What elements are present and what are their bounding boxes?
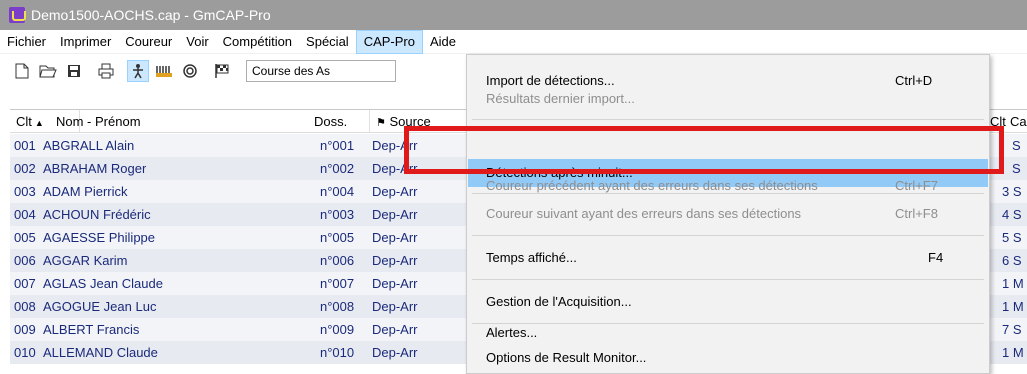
cell-doss: n°008	[320, 299, 355, 314]
app-icon	[9, 7, 26, 23]
checkered-flag-icon[interactable]	[212, 61, 232, 81]
menu-item-temps-affiche[interactable]: Temps affiché... F4	[468, 244, 988, 272]
cell-source: Dep-Arr	[372, 184, 418, 199]
cell-doss: n°009	[320, 322, 355, 337]
cell-doss: n°002	[320, 161, 355, 176]
cell-cat: 3 S	[1002, 184, 1022, 199]
cell-source: Dep-Arr	[372, 207, 418, 222]
menu-imprimer[interactable]: Imprimer	[53, 30, 118, 54]
cell-cat: S	[1012, 161, 1021, 176]
checkered-flag-icon: ⚑	[376, 117, 386, 129]
cell-cat: 1 M	[1002, 345, 1024, 360]
menu-item-resultats-dernier-import[interactable]: Résultats dernier import...	[468, 93, 988, 113]
menu-fichier[interactable]: Fichier	[0, 30, 53, 54]
cell-clt: 005	[14, 230, 36, 245]
cell-source: Dep-Arr	[372, 230, 418, 245]
column-header-name[interactable]: Nom - Prénom	[50, 110, 300, 133]
menu-item-coureur-suivant-erreurs[interactable]: Coureur suivant ayant des erreurs dans s…	[468, 200, 988, 228]
cell-clt: 002	[14, 161, 36, 176]
cell-source: Dep-Arr	[372, 276, 418, 291]
cell-name: AGLAS Jean Claude	[43, 276, 163, 291]
cell-name: ABRAHAM Roger	[43, 161, 147, 176]
cell-source: Dep-Arr	[372, 322, 418, 337]
menu-item-alertes[interactable]: Alertes...	[468, 319, 988, 347]
cell-doss: n°010	[320, 345, 355, 360]
menu-separator	[472, 279, 984, 280]
cell-doss: n°006	[320, 253, 355, 268]
title-bar: Demo1500-AOCHS.cap - GmCAP-Pro	[0, 0, 1027, 30]
cell-name: ADAM Pierrick	[43, 184, 128, 199]
cell-cat: 1 M	[1002, 299, 1024, 314]
race-select[interactable]: Course des As	[246, 60, 396, 82]
cell-clt: 003	[14, 184, 36, 199]
cell-clt: 010	[14, 345, 36, 360]
open-folder-icon[interactable]	[38, 61, 58, 81]
cell-doss: n°007	[320, 276, 355, 291]
cell-name: ALBERT Francis	[43, 322, 140, 337]
cell-doss: n°001	[320, 138, 355, 153]
cell-name: ALLEMAND Claude	[43, 345, 158, 360]
cap-pro-dropdown-menu: Import de détections... Ctrl+D Résultats…	[466, 54, 990, 374]
cell-source: Dep-Arr	[372, 253, 418, 268]
cell-doss: n°004	[320, 184, 355, 199]
cell-name: ABGRALL Alain	[43, 138, 135, 153]
cell-cat: 4 S	[1002, 207, 1022, 222]
save-icon[interactable]	[64, 61, 84, 81]
column-header-cat[interactable]: Ca	[1010, 110, 1027, 133]
cell-doss: n°003	[320, 207, 355, 222]
print-icon[interactable]	[96, 61, 116, 81]
cell-cat: 1 M	[1002, 276, 1024, 291]
menu-item-coureur-precedent-erreurs[interactable]: Coureur précédent ayant des erreurs dans…	[468, 172, 988, 200]
menu-separator	[472, 235, 984, 236]
cell-name: AGAESSE Philippe	[43, 230, 156, 245]
runner-icon[interactable]	[127, 60, 149, 82]
cell-clt: 004	[14, 207, 36, 222]
cell-cat: 7 S	[1002, 322, 1022, 337]
menu-separator	[472, 119, 984, 120]
menu-item-import-detections[interactable]: Import de détections... Ctrl+D	[468, 67, 988, 95]
cell-doss: n°005	[320, 230, 355, 245]
menu-coureur[interactable]: Coureur	[118, 30, 179, 54]
cell-name: AGGAR Karim	[43, 253, 128, 268]
window-title: Demo1500-AOCHS.cap - GmCAP-Pro	[31, 7, 271, 23]
menu-item-options-result-monitor[interactable]: Options de Result Monitor...	[468, 344, 988, 372]
menu-special[interactable]: Spécial	[299, 30, 356, 54]
menu-competition[interactable]: Compétition	[216, 30, 299, 54]
menu-cap-pro[interactable]: CAP-Pro	[355, 29, 423, 54]
cell-cat: 5 S	[1002, 230, 1022, 245]
cell-name: ACHOUN Frédéric	[43, 207, 151, 222]
cell-source: Dep-Arr	[372, 345, 418, 360]
chip-reader-icon[interactable]	[154, 61, 174, 81]
cell-cat: S	[1012, 138, 1021, 153]
cell-name: AGOGUE Jean Luc	[43, 299, 157, 314]
menu-bar: Fichier Imprimer Coureur Voir Compétitio…	[0, 29, 1027, 54]
menu-item-gestion-acquisition[interactable]: Gestion de l'Acquisition...	[468, 288, 988, 316]
menu-voir[interactable]: Voir	[179, 30, 215, 54]
cell-clt: 009	[14, 322, 36, 337]
sort-up-icon: ▲	[34, 118, 44, 128]
cell-clt: 008	[14, 299, 36, 314]
new-file-icon[interactable]	[12, 61, 32, 81]
cell-clt: 007	[14, 276, 36, 291]
cell-source: Dep-Arr	[372, 299, 418, 314]
cell-clt: 001	[14, 138, 36, 153]
cell-cat: 6 S	[1002, 253, 1022, 268]
antenna-icon[interactable]	[180, 61, 200, 81]
column-header-doss[interactable]: Doss.	[300, 110, 370, 133]
menu-aide[interactable]: Aide	[423, 30, 463, 54]
annotation-highlight-box	[404, 126, 1004, 174]
cell-clt: 006	[14, 253, 36, 268]
